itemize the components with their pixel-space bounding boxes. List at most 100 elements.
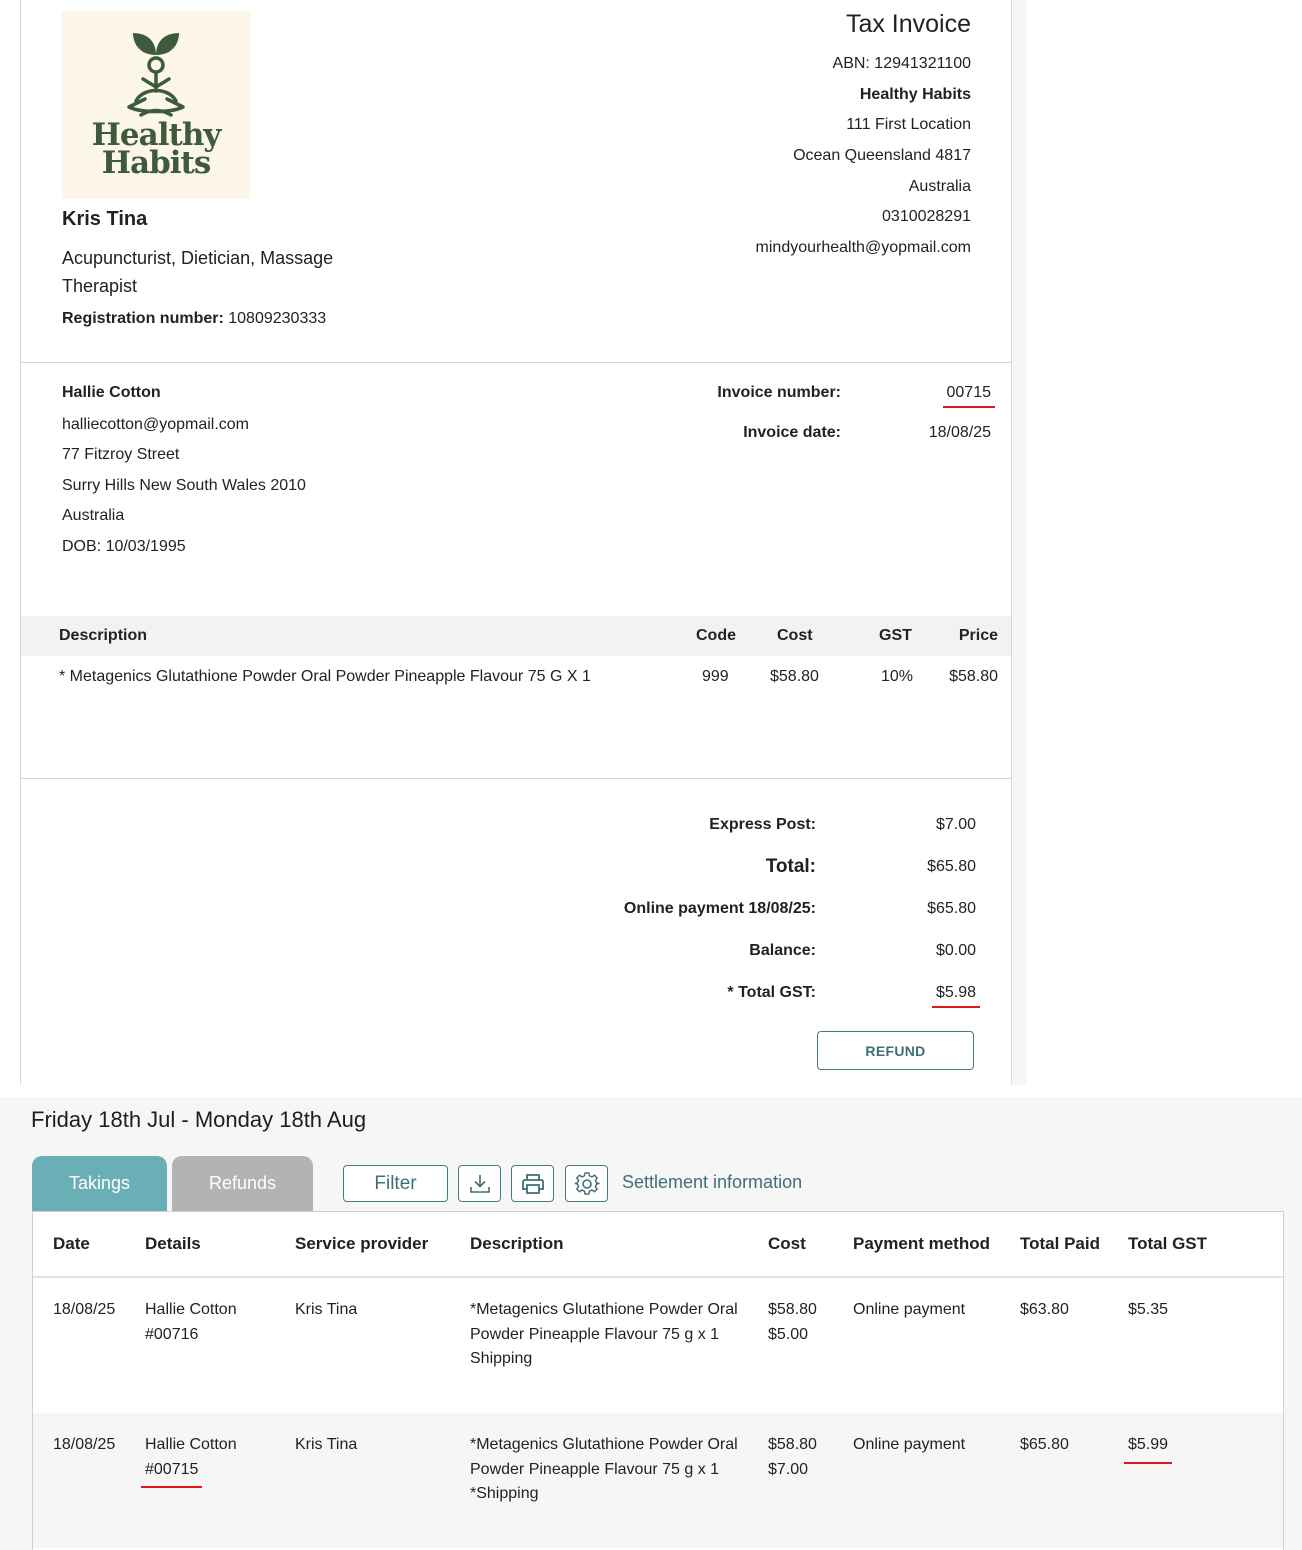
total-label-total: Total: <box>765 856 816 877</box>
business-name: Healthy Habits <box>859 85 971 103</box>
total-value-shipping: $7.00 <box>935 816 976 833</box>
column-header-total-gst[interactable]: Total GST <box>1128 1212 1207 1276</box>
meditation-leaf-icon <box>127 33 185 117</box>
table-row[interactable]: 18/08/25 Hallie Cotton #00716 Kris Tina … <box>33 1278 1283 1413</box>
row-total-gst-value: $5.99 <box>1123 1433 1173 1463</box>
row-description: *Metagenics Glutathione Powder Oral Powd… <box>470 1298 750 1372</box>
row-provider: Kris Tina <box>295 1301 358 1318</box>
column-header-description[interactable]: Description <box>470 1212 564 1276</box>
row-cost-item: $58.80 <box>768 1301 817 1318</box>
row-date: 18/08/25 <box>53 1436 116 1453</box>
header-gst: GST <box>879 627 912 644</box>
row-payment-method: Online payment <box>853 1301 966 1318</box>
tab-refunds[interactable]: Refunds <box>172 1156 313 1211</box>
gear-icon <box>574 1171 600 1195</box>
row-description-shipping: *Shipping <box>470 1485 539 1502</box>
filter-button[interactable]: Filter <box>343 1165 448 1202</box>
row-description: *Metagenics Glutathione Powder Oral Powd… <box>470 1433 750 1507</box>
printer-icon <box>521 1173 544 1194</box>
total-label-shipping: Express Post: <box>709 816 816 833</box>
row-details: Hallie Cotton #00716 <box>145 1298 237 1347</box>
business-address2: Ocean Queensland 4817 <box>793 147 971 165</box>
column-header-payment-method[interactable]: Payment method <box>853 1212 990 1276</box>
registration-value: 10809230333 <box>228 310 327 327</box>
download-icon <box>469 1174 490 1193</box>
tab-takings[interactable]: Takings <box>32 1156 167 1211</box>
invoice-date: 18/08/25 <box>928 424 991 441</box>
client-address1: 77 Fitzroy Street <box>62 446 180 464</box>
header-code: Code <box>696 627 736 644</box>
total-label-balance: Balance: <box>749 942 816 959</box>
business-country: Australia <box>908 177 971 195</box>
row-provider: Kris Tina <box>295 1436 358 1453</box>
header-cost: Cost <box>777 627 813 644</box>
invoice-title: Tax Invoice <box>845 10 971 38</box>
business-abn: ABN: 12941321100 <box>832 55 971 72</box>
refund-button[interactable]: REFUND <box>817 1031 974 1070</box>
item-price: $58.80 <box>949 668 998 685</box>
row-details: Hallie Cotton #00715 <box>140 1433 237 1488</box>
column-header-service-provider[interactable]: Service provider <box>295 1212 428 1276</box>
date-range: Friday 18th Jul - Monday 18th Aug <box>31 1107 367 1132</box>
invoice-totals: Express Post: $7.00 Total: $65.80 Online p… <box>521 804 981 1014</box>
item-cost: $58.80 <box>770 668 819 685</box>
row-description-item: *Metagenics Glutathione Powder Oral Powd… <box>470 1301 738 1343</box>
registration-label: Registration number: <box>62 310 224 327</box>
row-description-shipping: Shipping <box>470 1350 533 1367</box>
divider <box>21 362 1011 363</box>
business-address1: 111 First Location <box>846 116 971 134</box>
total-value-payment: $65.80 <box>927 900 976 917</box>
row-cost-shipping: $5.00 <box>768 1325 809 1343</box>
client-country: Australia <box>62 507 125 525</box>
invoice-meta: Invoice number: 00715 Invoice date: 18/0… <box>701 384 995 464</box>
row-cost: $58.80 $7.00 <box>768 1433 817 1482</box>
tax-invoice: Healthy Habits Kris Tina Acupuncturist, … <box>20 0 1012 1085</box>
row-cost-item: $58.80 <box>768 1436 817 1453</box>
row-cost: $58.80 $5.00 <box>768 1298 817 1347</box>
client-address2: Surry Hills New South Wales 2010 <box>62 476 306 494</box>
provider-name: Kris Tina <box>62 208 148 230</box>
registration-number: Registration number: 10809230333 <box>62 310 326 328</box>
logo-text-line2: Habits <box>101 145 212 181</box>
row-total-paid: $63.80 <box>1020 1301 1069 1318</box>
divider <box>21 778 1011 779</box>
column-header-details[interactable]: Details <box>145 1212 201 1276</box>
takings-report: Friday 18th Jul - Monday 18th Aug Taking… <box>0 1097 1302 1550</box>
row-invoice-link[interactable]: #00715 <box>140 1458 203 1488</box>
invoice-number-label: Invoice number: <box>717 384 841 401</box>
row-client: Hallie Cotton <box>145 1436 237 1453</box>
provider-role: Acupuncturist, Dietician, Massage Therap… <box>62 248 334 296</box>
download-button[interactable] <box>458 1165 501 1202</box>
business-email: mindyourhealth@yopmail.com <box>755 239 971 257</box>
print-button[interactable] <box>511 1165 554 1202</box>
header-price: Price <box>958 627 998 644</box>
item-gst: 10% <box>881 668 914 685</box>
row-date: 18/08/25 <box>53 1301 116 1318</box>
total-label-gst: * Total GST: <box>727 984 816 1001</box>
row-payment-method: Online payment <box>853 1436 966 1453</box>
items-table-header: Description Code Cost GST Price <box>21 616 1011 656</box>
column-header-total-paid[interactable]: Total Paid <box>1020 1212 1100 1276</box>
column-header-date[interactable]: Date <box>53 1212 90 1276</box>
settings-button[interactable] <box>565 1165 608 1202</box>
client-dob: DOB: 10/03/1995 <box>62 537 186 555</box>
total-value-gst: $5.98 <box>931 984 981 1008</box>
item-code: 999 <box>702 668 729 685</box>
client-name: Hallie Cotton <box>62 384 161 401</box>
row-client: Hallie Cotton <box>145 1301 237 1318</box>
page-gutter <box>1012 0 1026 1085</box>
row-invoice-link[interactable]: #00716 <box>145 1323 237 1348</box>
invoice-date-label: Invoice date: <box>743 424 841 441</box>
row-total-gst: $5.35 <box>1128 1301 1169 1318</box>
item-description: * Metagenics Glutathione Powder Oral Pow… <box>59 668 591 685</box>
total-value-balance: $0.00 <box>935 942 976 959</box>
business-phone: 0310028291 <box>882 208 971 226</box>
settlement-information-link[interactable]: Settlement information <box>622 1172 802 1193</box>
header-description: Description <box>59 627 148 644</box>
invoice-number: 00715 <box>942 384 995 408</box>
column-header-cost[interactable]: Cost <box>768 1212 806 1276</box>
total-label-payment: Online payment 18/08/25: <box>623 900 816 917</box>
client-details: Hallie Cotton halliecotton@yopmail.com 7… <box>62 384 306 562</box>
table-row[interactable]: 18/08/25 Hallie Cotton #00715 Kris Tina … <box>33 1413 1283 1548</box>
row-total-gst: $5.99 <box>1123 1433 1173 1463</box>
